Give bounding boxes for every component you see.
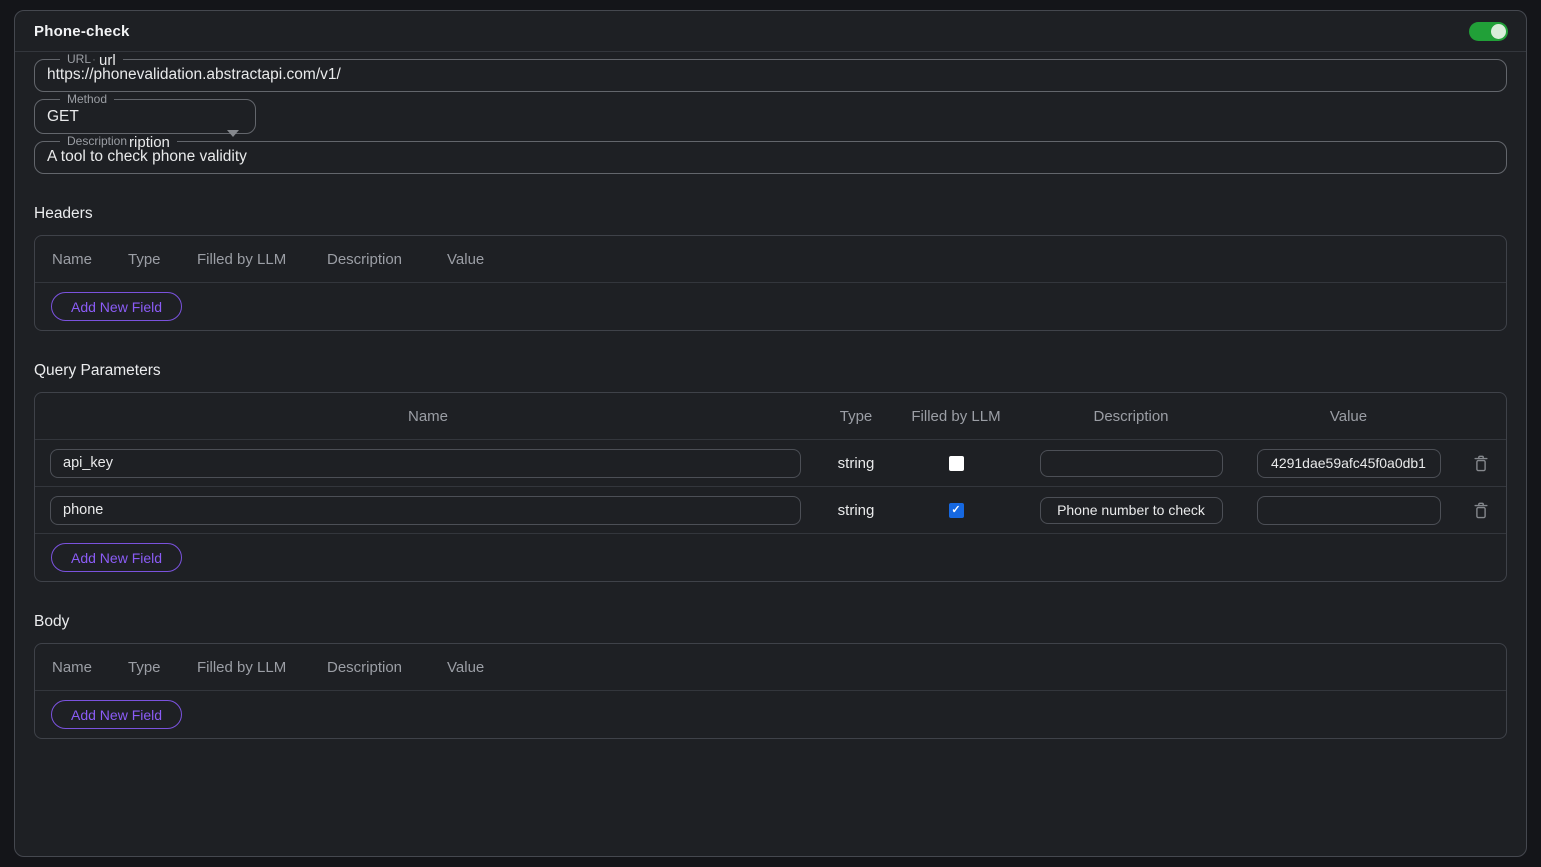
query-parameters-add-new-field-button[interactable]: Add New Field [51,543,182,572]
url-field-label: URL·url [60,52,123,66]
column-header-description: Description [327,659,447,676]
url-field: URL·url [34,52,1507,92]
param-value-input[interactable] [1257,449,1441,478]
column-header-description: Description [1021,408,1241,425]
filled-by-llm-checkbox[interactable] [949,456,964,471]
column-header-filled-by-llm: Filled by LLM [891,408,1021,425]
param-type: string [821,502,891,519]
body-section-title: Body [34,613,1507,631]
column-header-value: Value [447,251,484,268]
param-filled-by-llm-cell [891,456,1021,471]
query-parameters-button-row: Add New Field [35,534,1506,581]
description-field: Descriptionription [34,134,1507,174]
body-add-new-field-button[interactable]: Add New Field [51,700,182,729]
titlebar: Phone-check [15,11,1526,52]
param-delete-cell [1456,455,1506,472]
param-delete-cell [1456,502,1506,519]
trash-icon [1474,455,1488,472]
headers-button-row: Add New Field [35,283,1506,330]
enabled-toggle[interactable] [1469,22,1508,41]
param-value-cell [1241,449,1456,478]
method-label: Method [60,92,114,106]
trash-icon [1474,502,1488,519]
page-title: Phone-check [34,23,130,40]
column-header-name: Name [52,251,128,268]
param-value-input[interactable] [1257,496,1441,525]
description-label-text: Description [67,134,127,148]
delete-row-button[interactable] [1474,455,1488,472]
param-description-input[interactable] [1040,450,1223,477]
url-overlay-label: url [99,52,116,69]
param-name-input[interactable] [50,496,801,525]
column-header-name: Name [35,408,821,425]
query-parameters-table-head: Name Type Filled by LLM Description Valu… [35,393,1506,440]
headers-section-title: Headers [34,205,1507,223]
body-table: Name Type Filled by LLM Description Valu… [34,643,1507,739]
method-selected-value[interactable]: GET [47,108,243,126]
url-label-separator: · [92,52,96,66]
column-header-name: Name [52,659,128,676]
query-parameters-table: Name Type Filled by LLM Description Valu… [34,392,1507,582]
column-header-value: Value [1241,408,1456,425]
column-header-value: Value [447,659,484,676]
column-header-filled-by-llm: Filled by LLM [197,659,327,676]
headers-add-new-field-button[interactable]: Add New Field [51,292,182,321]
method-select[interactable]: Method GET [34,92,256,134]
param-description-input[interactable] [1040,497,1223,524]
column-header-description: Description [327,251,447,268]
param-filled-by-llm-cell [891,503,1021,518]
headers-table-head: Name Type Filled by LLM Description Valu… [35,236,1506,283]
description-overlay-label: ription [129,134,170,151]
headers-table: Name Type Filled by LLM Description Valu… [34,235,1507,331]
toggle-knob [1491,24,1506,39]
param-description-cell [1021,497,1241,524]
column-header-filled-by-llm: Filled by LLM [197,251,327,268]
param-type: string [821,455,891,472]
tool-config-card: Phone-check URL·url Method GET Descripti… [14,10,1527,857]
query-parameter-row-phone: string [35,487,1506,534]
query-parameters-section-title: Query Parameters [34,362,1507,380]
param-value-cell [1241,496,1456,525]
param-description-cell [1021,450,1241,477]
param-name-cell [35,496,821,525]
description-input[interactable] [47,148,1494,166]
column-header-type: Type [821,408,891,425]
filled-by-llm-checkbox[interactable] [949,503,964,518]
column-header-type: Type [128,251,197,268]
body-button-row: Add New Field [35,691,1506,738]
url-label-text: URL [67,52,91,66]
url-input[interactable] [47,66,1494,84]
content: URL·url Method GET Descriptionription He… [15,52,1526,739]
query-parameter-row-api-key: string [35,440,1506,487]
column-header-type: Type [128,659,197,676]
param-name-cell [35,449,821,478]
description-field-label: Descriptionription [60,134,177,148]
param-name-input[interactable] [50,449,801,478]
delete-row-button[interactable] [1474,502,1488,519]
method-label-text: Method [67,92,107,106]
body-table-head: Name Type Filled by LLM Description Valu… [35,644,1506,691]
